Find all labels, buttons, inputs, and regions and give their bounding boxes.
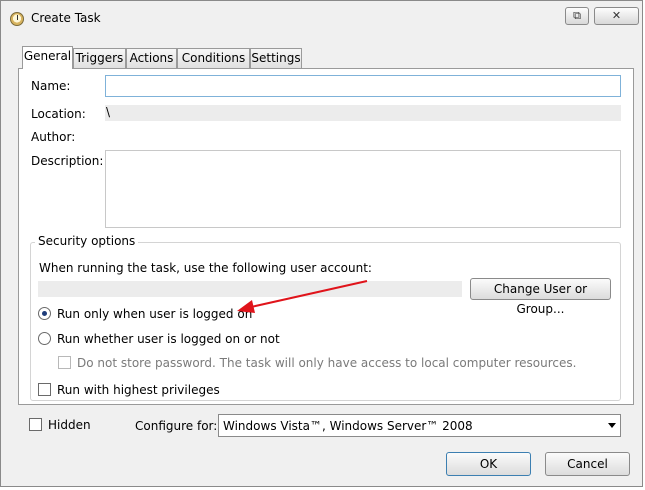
- do-not-store-password-checkbox: [58, 356, 71, 369]
- chevron-down-icon: [608, 423, 616, 428]
- ok-button[interactable]: OK: [446, 452, 531, 476]
- name-input[interactable]: [105, 75, 621, 97]
- hidden-label[interactable]: Hidden: [48, 418, 91, 432]
- name-label: Name:: [31, 79, 71, 93]
- do-not-store-password-label: Do not store password. The task will onl…: [77, 356, 577, 370]
- configure-for-value: Windows Vista™, Windows Server™ 2008: [223, 419, 473, 433]
- tab-general[interactable]: General: [22, 46, 73, 69]
- run-only-logged-on-radio[interactable]: [38, 307, 51, 320]
- clock-icon: [10, 12, 24, 26]
- change-user-button[interactable]: Change User or Group...: [470, 278, 611, 316]
- tab-triggers[interactable]: Triggers: [73, 48, 126, 68]
- author-label: Author:: [31, 130, 76, 144]
- location-label: Location:: [31, 107, 86, 121]
- restore-icon: ⧉: [573, 9, 581, 22]
- run-only-logged-on-label[interactable]: Run only when user is logged on: [57, 307, 252, 321]
- hidden-checkbox[interactable]: [29, 418, 42, 431]
- tab-settings[interactable]: Settings: [250, 48, 302, 68]
- description-textarea[interactable]: [105, 150, 621, 228]
- security-options-title: Security options: [35, 234, 139, 248]
- highest-privileges-checkbox[interactable]: [38, 383, 51, 396]
- tab-actions[interactable]: Actions: [126, 48, 177, 68]
- account-prompt: When running the task, use the following…: [39, 261, 372, 275]
- configure-for-label: Configure for:: [135, 419, 218, 433]
- window-title: Create Task: [31, 11, 101, 25]
- run-whether-logged-on-label[interactable]: Run whether user is logged on or not: [57, 332, 280, 346]
- restore-button[interactable]: ⧉: [565, 7, 589, 25]
- title-bar: Create Task ⧉ ✕: [1, 1, 642, 37]
- description-label: Description:: [31, 154, 104, 168]
- create-task-window: Create Task ⧉ ✕ General Triggers Actions…: [0, 0, 643, 487]
- configure-for-select[interactable]: Windows Vista™, Windows Server™ 2008: [218, 414, 621, 437]
- highest-privileges-label[interactable]: Run with highest privileges: [57, 383, 220, 397]
- close-icon: ✕: [611, 9, 622, 22]
- location-field: [105, 105, 621, 121]
- cancel-button[interactable]: Cancel: [545, 452, 630, 476]
- close-button[interactable]: ✕: [594, 7, 639, 25]
- tab-conditions[interactable]: Conditions: [177, 48, 250, 68]
- location-value: \: [106, 105, 111, 119]
- run-whether-logged-on-radio[interactable]: [38, 332, 51, 345]
- user-account-field: [38, 281, 462, 297]
